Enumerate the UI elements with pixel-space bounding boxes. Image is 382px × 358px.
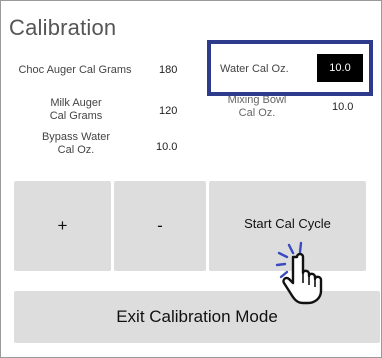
- minus-button[interactable]: -: [114, 181, 206, 271]
- mixing-bowl-value[interactable]: 10.0: [332, 101, 353, 113]
- page-title: Calibration: [9, 15, 117, 40]
- choc-auger-value[interactable]: 180: [159, 64, 177, 76]
- calibration-screen: Calibration Choc Auger Cal Grams 180 Mil…: [0, 0, 382, 358]
- milk-auger-value[interactable]: 120: [159, 105, 177, 117]
- mixing-bowl-label: Mixing Bowl Cal Oz.: [227, 94, 287, 119]
- water-cal-label: Water Cal Oz.: [220, 63, 289, 75]
- choc-auger-label: Choc Auger Cal Grams: [18, 64, 132, 76]
- water-cal-input[interactable]: 10.0: [317, 54, 363, 82]
- bypass-water-label: Bypass Water Cal Oz.: [41, 131, 111, 156]
- milk-auger-label: Milk Auger Cal Grams: [49, 97, 103, 122]
- plus-button[interactable]: +: [14, 181, 111, 271]
- bypass-water-value[interactable]: 10.0: [156, 141, 177, 153]
- pointing-hand-icon: [275, 241, 323, 305]
